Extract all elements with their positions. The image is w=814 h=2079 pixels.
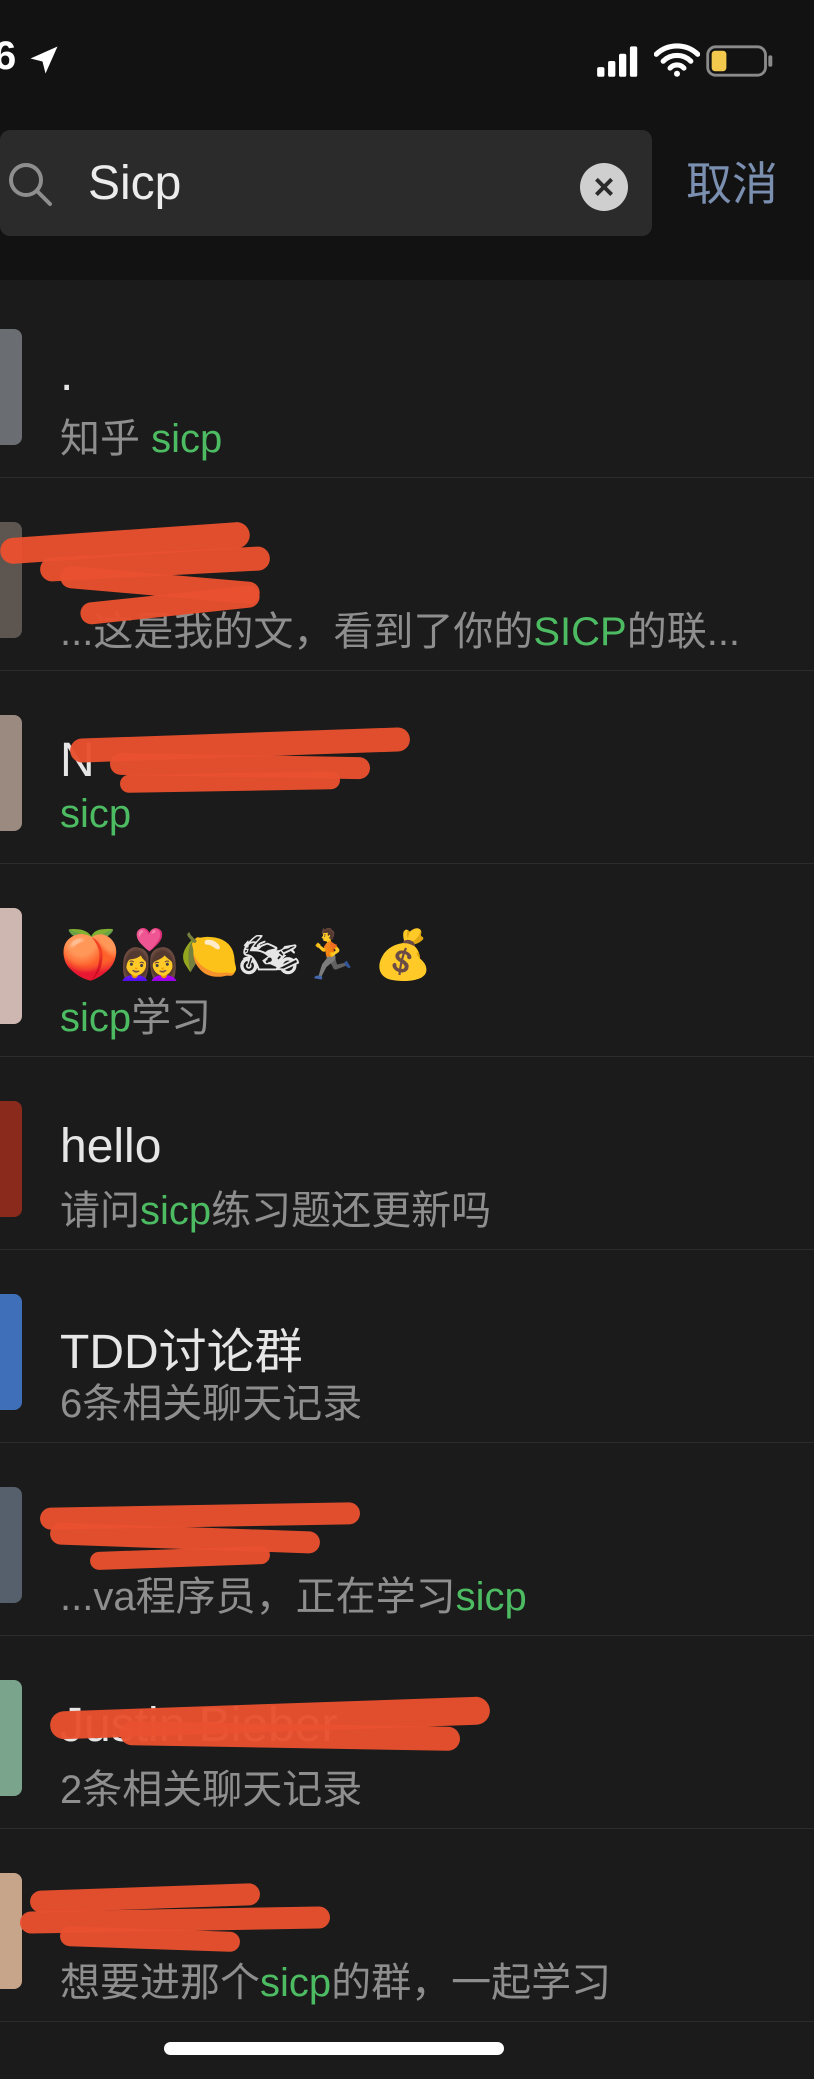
avatar bbox=[0, 1101, 22, 1217]
avatar bbox=[0, 715, 22, 831]
location-arrow-icon bbox=[30, 46, 58, 74]
snippet-text: 的联... bbox=[626, 610, 741, 654]
result-snippet: 6条相关聊天记录 bbox=[60, 1371, 362, 1429]
search-icon bbox=[9, 163, 52, 206]
close-icon: × bbox=[593, 166, 615, 207]
snippet-text: 想要进那个 bbox=[60, 1961, 260, 2005]
cancel-button[interactable]: 取消 bbox=[686, 148, 778, 214]
search-match-highlight: sicp bbox=[455, 1575, 527, 1619]
search-match-highlight: SICP bbox=[533, 610, 627, 654]
search-results-list: .知乎 sicp...这是我的文，看到了你的SICP的联...Nsicp🍑👩‍❤… bbox=[0, 285, 814, 2022]
search-result-row[interactable]: ...va程序员，正在学习sicp bbox=[0, 1443, 814, 1636]
search-result-row[interactable]: 想要进那个sicp的群，一起学习 bbox=[0, 1829, 814, 2022]
search-match-highlight: sicp bbox=[260, 1961, 332, 2005]
search-result-row[interactable]: ...这是我的文，看到了你的SICP的联... bbox=[0, 478, 814, 671]
search-match-highlight: sicp bbox=[60, 996, 132, 1040]
avatar bbox=[0, 908, 22, 1024]
snippet-text: 练习题还更新吗 bbox=[211, 1189, 492, 1233]
result-snippet: 2条相关聊天记录 bbox=[60, 1757, 362, 1815]
snippet-text: ...va程序员，正在学习 bbox=[60, 1575, 456, 1619]
result-title: 🍑👩‍❤️‍👩🍋🏍🏃 💰 bbox=[60, 929, 434, 982]
search-match-highlight: sicp bbox=[151, 417, 223, 461]
battery-low-icon bbox=[706, 45, 773, 77]
snippet-text: 知乎 bbox=[60, 417, 152, 461]
status-bar: 6 bbox=[0, 0, 814, 120]
search-result-row[interactable]: Nsicp bbox=[0, 671, 814, 864]
result-title: . bbox=[60, 348, 74, 401]
search-input[interactable] bbox=[88, 144, 568, 222]
search-result-row[interactable]: Justin Bieber2条相关聊天记录 bbox=[0, 1636, 814, 1829]
avatar bbox=[0, 1873, 22, 1989]
search-result-row[interactable]: TDD讨论群 6条相关聊天记录 bbox=[0, 1250, 814, 1443]
result-snippet: 知乎 sicp bbox=[60, 406, 222, 464]
snippet-text: 的群，一起学习 bbox=[331, 1961, 612, 2005]
result-title: hello bbox=[60, 1120, 162, 1173]
result-snippet: sicp学习 bbox=[60, 985, 211, 1043]
snippet-text: 2条相关聊天记录 bbox=[60, 1768, 363, 1812]
snippet-text: 学习 bbox=[131, 996, 212, 1040]
search-match-highlight: sicp bbox=[140, 1189, 212, 1233]
avatar bbox=[0, 1680, 22, 1796]
wifi-icon bbox=[654, 43, 700, 77]
result-snippet: 想要进那个sicp的群，一起学习 bbox=[60, 1950, 611, 2008]
search-header: × 取消 bbox=[0, 120, 814, 280]
battery-level bbox=[711, 50, 727, 72]
search-box[interactable]: × bbox=[0, 130, 652, 236]
search-result-row[interactable]: 🍑👩‍❤️‍👩🍋🏍🏃 💰 sicp学习 bbox=[0, 864, 814, 1057]
avatar bbox=[0, 329, 22, 445]
result-snippet: 请问sicp练习题还更新吗 bbox=[60, 1178, 491, 1236]
search-result-row[interactable]: hello 请问sicp练习题还更新吗 bbox=[0, 1057, 814, 1250]
snippet-text: 6条相关聊天记录 bbox=[60, 1382, 363, 1426]
redaction-scribble bbox=[119, 771, 341, 793]
search-result-row[interactable]: . 知乎 sicp bbox=[0, 285, 814, 478]
clear-search-button[interactable]: × bbox=[580, 163, 628, 211]
avatar bbox=[0, 1294, 22, 1410]
search-match-highlight: sicp bbox=[60, 792, 132, 836]
result-snippet: sicp bbox=[60, 792, 131, 837]
cellular-signal-icon bbox=[597, 46, 638, 77]
home-indicator bbox=[164, 2042, 504, 2055]
result-snippet: ...va程序员，正在学习sicp bbox=[60, 1564, 527, 1622]
snippet-text: 请问 bbox=[60, 1189, 140, 1233]
avatar bbox=[0, 1487, 22, 1603]
status-time: 6 bbox=[0, 34, 17, 78]
